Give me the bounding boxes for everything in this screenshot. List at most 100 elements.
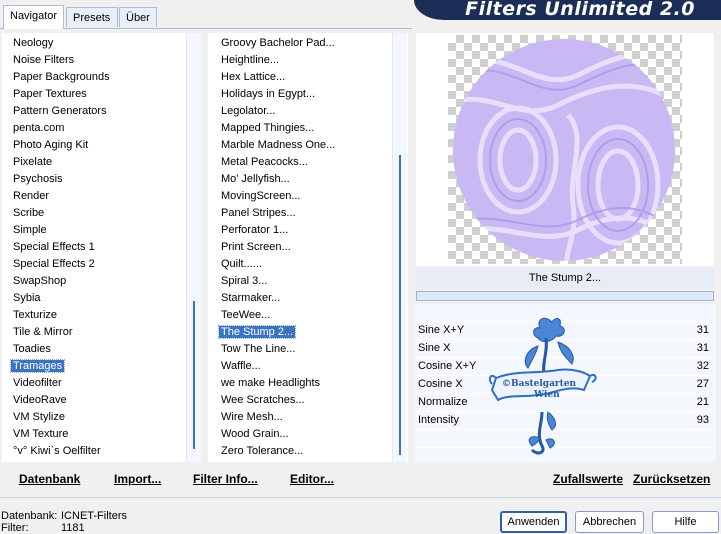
category-list-item[interactable]: Pixelate	[13, 154, 199, 171]
category-list-item[interactable]: VM Texture	[13, 426, 199, 443]
filter-list-item[interactable]: Spiral 3...	[221, 273, 408, 290]
category-list-item[interactable]: Photo Aging Kit	[13, 137, 199, 154]
filter-list-item[interactable]: MovingScreen...	[221, 188, 408, 205]
category-list-item[interactable]: Simple	[13, 222, 199, 239]
filter-list-item[interactable]: Zero Tolerance...	[221, 443, 408, 460]
filter-list-item[interactable]: Wee Scratches...	[221, 392, 408, 409]
category-list-item[interactable]: penta.com	[13, 120, 199, 137]
category-list-pane[interactable]: Neology Noise Filters Paper Backgrounds Pap…	[2, 33, 199, 462]
param-value[interactable]: 31	[697, 322, 709, 339]
category-list-item[interactable]: Neology	[13, 35, 199, 52]
param-value[interactable]: 21	[697, 394, 709, 411]
filter-list-item-label: Wire Mesh...	[221, 411, 283, 423]
current-filter-name: The Stump 2...	[416, 268, 714, 289]
filter-list-item[interactable]: Panel Stripes...	[221, 205, 408, 222]
category-list[interactable]: Neology Noise Filters Paper Backgrounds Pap…	[2, 33, 199, 460]
filter-list-item[interactable]: Print Screen...	[221, 239, 408, 256]
filter-list-item[interactable]: Tow The Line...	[221, 341, 408, 358]
preview-image	[453, 39, 675, 261]
database-button[interactable]: Datenbank	[19, 472, 80, 486]
preview-pane	[416, 33, 714, 266]
category-list-item-label: Special Effects 1	[13, 241, 95, 253]
category-list-item[interactable]: Scribe	[13, 205, 199, 222]
param-value[interactable]: 27	[697, 376, 709, 393]
category-list-item[interactable]: Pattern Generators	[13, 103, 199, 120]
category-list-item[interactable]: VM Stylize	[13, 409, 199, 426]
filter-list-item[interactable]: Heightline...	[221, 52, 408, 69]
category-list-item[interactable]: Texturize	[13, 307, 199, 324]
category-list-item[interactable]: Sybia	[13, 290, 199, 307]
filter-list-item[interactable]: Metal Peacocks...	[221, 154, 408, 171]
filter-list-item-label: Hex Lattice...	[221, 71, 286, 83]
category-list-item[interactable]: SwapShop	[13, 273, 199, 290]
category-list-item[interactable]: Tramages	[9, 358, 199, 375]
category-list-item[interactable]: Psychosis	[13, 171, 199, 188]
category-list-item-label: Neology	[13, 37, 54, 49]
category-list-item[interactable]: °v° Kiwi`s Oelfilter	[13, 443, 199, 460]
filter-list-item[interactable]: Wire Mesh...	[221, 409, 408, 426]
category-list-item[interactable]: Paper Backgrounds	[13, 69, 199, 86]
category-list-item[interactable]: Tile & Mirror	[13, 324, 199, 341]
filter-scroll-thumb[interactable]	[399, 155, 401, 455]
randomize-button[interactable]: Zufallswerte	[553, 472, 623, 486]
category-list-item-label: Pixelate	[13, 156, 53, 168]
filter-list-item[interactable]: Starmaker...	[221, 290, 408, 307]
category-scrollbar[interactable]	[186, 33, 201, 462]
tab-presets[interactable]: Presets	[66, 7, 118, 27]
param-value[interactable]: 93	[697, 412, 709, 429]
category-list-item[interactable]: Render	[13, 188, 199, 205]
filter-list-item-label: The Stump 2...	[217, 325, 297, 339]
category-list-item[interactable]: Videofilter	[13, 375, 199, 392]
reset-button[interactable]: Zurücksetzen	[633, 472, 710, 486]
category-list-item-label: Psychosis	[13, 173, 63, 185]
filter-list-item-label: Groovy Bachelor Pad...	[221, 37, 335, 49]
category-list-item-label: VideoRave	[13, 394, 67, 406]
filter-list[interactable]: Groovy Bachelor Pad... Heightline... Hex L…	[208, 33, 408, 460]
param-value[interactable]: 32	[697, 358, 709, 375]
category-list-item-label: penta.com	[13, 122, 65, 134]
filter-list-item[interactable]: TeeWee...	[221, 307, 408, 324]
category-scroll-thumb[interactable]	[193, 301, 195, 449]
filter-list-item[interactable]: Waffle...	[221, 358, 408, 375]
filter-list-item[interactable]: Wood Grain...	[221, 426, 408, 443]
filter-list-item-label: Mapped Thingies...	[221, 122, 315, 134]
filter-list-item[interactable]: we make Headlights	[221, 375, 408, 392]
import-button[interactable]: Import...	[114, 472, 161, 486]
filter-list-item[interactable]: Groovy Bachelor Pad...	[221, 35, 408, 52]
filter-scrollbar[interactable]	[392, 33, 407, 462]
filter-list-item-label: Print Screen...	[221, 241, 291, 253]
category-list-item[interactable]: VideoRave	[13, 392, 199, 409]
category-list-item-label: Special Effects 2	[13, 258, 95, 270]
apply-button[interactable]: Anwenden	[500, 511, 567, 533]
filter-list-item[interactable]: Quilt......	[221, 256, 408, 273]
filter-list-item[interactable]: Mapped Thingies...	[221, 120, 408, 137]
tab-uber[interactable]: Über	[119, 7, 157, 27]
category-list-item[interactable]: Noise Filters	[13, 52, 199, 69]
category-list-item[interactable]: Paper Textures	[13, 86, 199, 103]
category-list-item-label: SwapShop	[13, 275, 67, 287]
help-button[interactable]: Hilfe	[652, 511, 719, 533]
cancel-button[interactable]: Abbrechen	[575, 511, 644, 533]
category-list-item-label: Toadies	[13, 343, 51, 355]
filter-list-pane[interactable]: Groovy Bachelor Pad... Heightline... Hex L…	[208, 33, 408, 462]
category-list-item-label: Noise Filters	[13, 54, 75, 66]
filter-list-item[interactable]: Holidays in Egypt...	[221, 86, 408, 103]
filter-list-item[interactable]: Mo' Jellyfish...	[221, 171, 408, 188]
status-filter-value: 1181	[61, 522, 85, 534]
param-value[interactable]: 31	[697, 340, 709, 357]
category-list-item[interactable]: Toadies	[13, 341, 199, 358]
filter-info-button[interactable]: Filter Info...	[193, 472, 258, 486]
param-label: Cosine X	[418, 378, 463, 390]
filter-list-item[interactable]: Perforator 1...	[221, 222, 408, 239]
filter-list-item[interactable]: Hex Lattice...	[221, 69, 408, 86]
filter-list-item[interactable]: Marble Madness One...	[221, 137, 408, 154]
filter-list-item-label: Heightline...	[221, 54, 280, 66]
category-list-item[interactable]: Special Effects 1	[13, 239, 199, 256]
filter-list-item[interactable]: Legolator...	[221, 103, 408, 120]
category-list-item[interactable]: Special Effects 2	[13, 256, 199, 273]
editor-button[interactable]: Editor...	[290, 472, 334, 486]
tab-navigator[interactable]: Navigator	[3, 5, 64, 29]
app-title: Filters Unlimited 2.0	[465, 0, 695, 20]
filter-list-item[interactable]: The Stump 2...	[217, 324, 408, 341]
category-list-item-label: VM Stylize	[13, 411, 65, 423]
